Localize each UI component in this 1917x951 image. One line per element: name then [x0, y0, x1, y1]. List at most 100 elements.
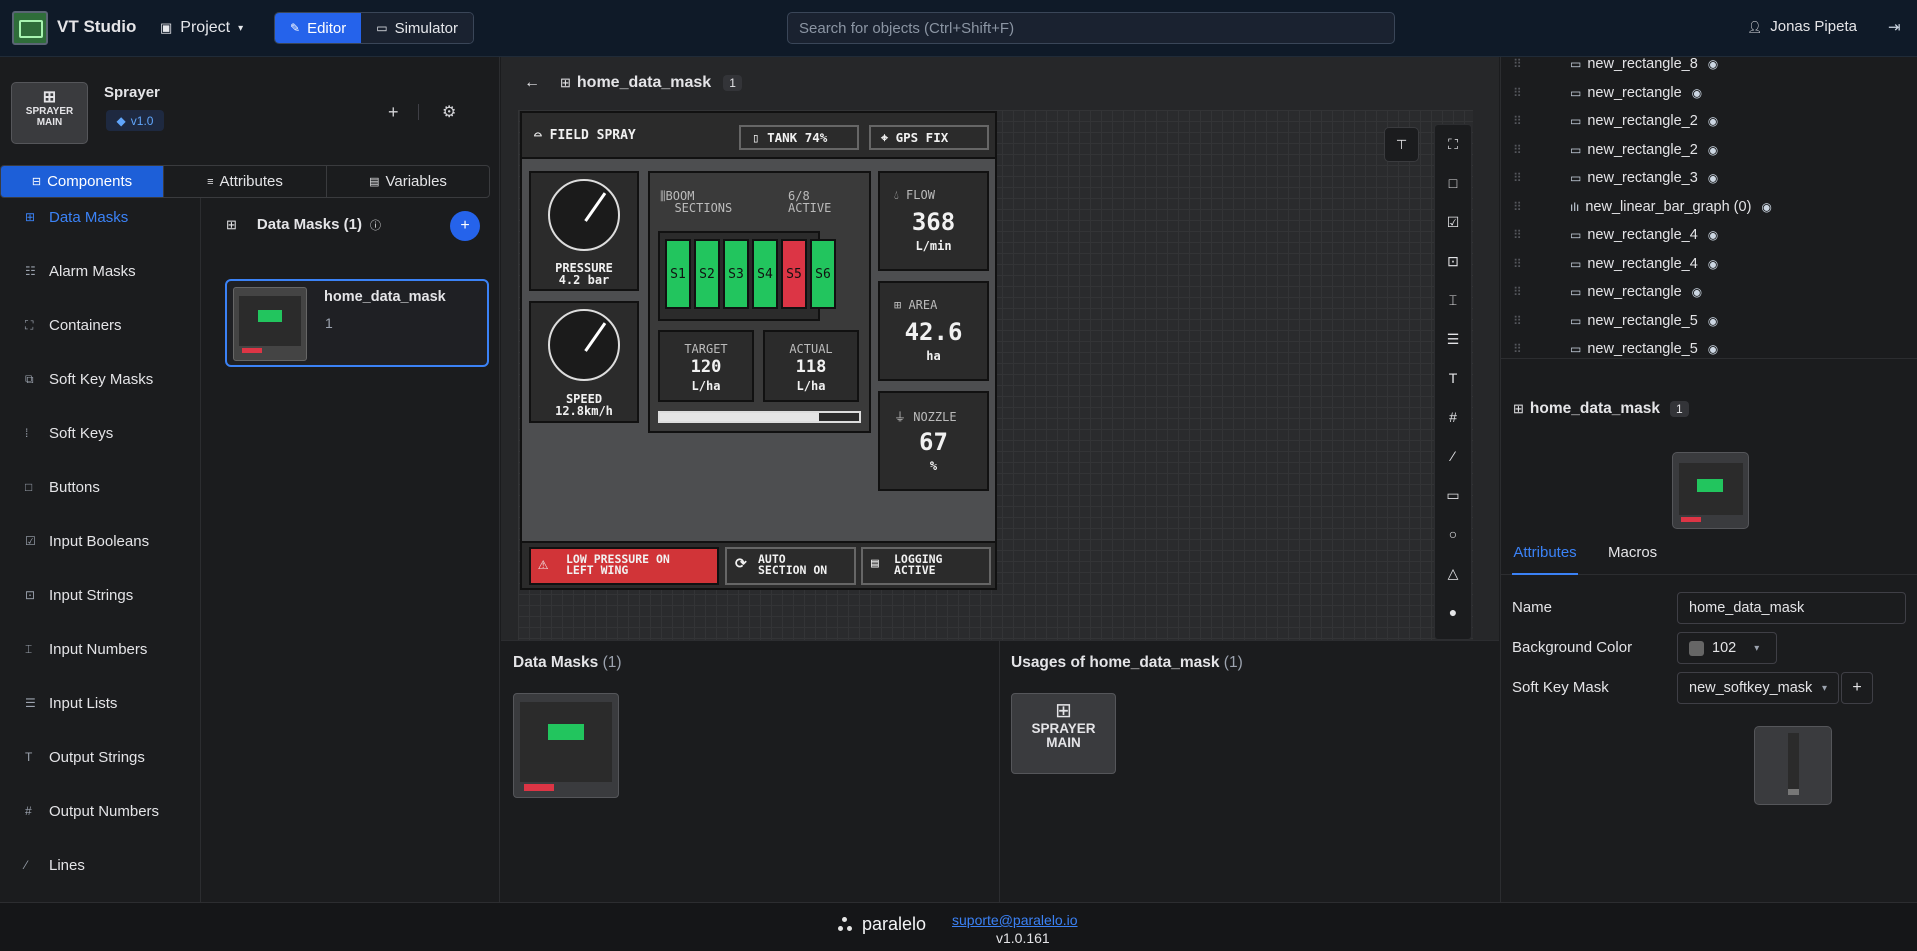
simulator-mode-button[interactable]: ▭ Simulator [361, 13, 473, 43]
sidebar-item-buttons[interactable]: □ Buttons [0, 460, 200, 514]
sidebar-item-input-strings[interactable]: ⊡ Input Strings [0, 568, 200, 622]
gear-icon[interactable]: ⚙ [442, 102, 456, 122]
sidebar-item-output-strings[interactable]: T Output Strings [0, 730, 200, 784]
fullscreen-icon[interactable]: ⛶ [1448, 125, 1458, 164]
properties-badge: 1 [1670, 401, 1689, 417]
soft-key-mask-select[interactable]: new_softkey_mask ▾ [1677, 672, 1839, 704]
name-input[interactable]: home_data_mask [1677, 592, 1906, 624]
project-icon[interactable]: ⊞ SPRAYER MAIN [11, 82, 88, 144]
drag-handle-icon[interactable]: ⠿ [1513, 228, 1522, 242]
align-icon[interactable]: ⊤ [1384, 127, 1419, 162]
sidebar-item-data-masks[interactable]: ⊞ Data Masks [0, 190, 200, 244]
add-soft-key-mask-button[interactable]: + [1841, 672, 1873, 704]
sidebar-item-containers[interactable]: ⛶ Containers [0, 298, 200, 352]
soft-key-mask-value: new_softkey_mask [1689, 680, 1813, 696]
eye-icon[interactable]: ◉ [1708, 143, 1718, 157]
sidebar-item-input-numbers[interactable]: ⌶ Input Numbers [0, 622, 200, 676]
tree-item[interactable]: ⠿ ▭ new_rectangle_4 ◉ [1501, 221, 1917, 250]
rectangle-icon: ▭ [1570, 285, 1582, 300]
sidebar-item-soft-key-masks[interactable]: ⧉ Soft Key Masks [0, 352, 200, 406]
sidebar-item-alarm-masks[interactable]: ☷ Alarm Masks [0, 244, 200, 298]
support-email-link[interactable]: suporte@paralelo.io [952, 912, 1078, 928]
add-icon[interactable]: + [388, 102, 399, 123]
data-mask-preview[interactable]: ⌓ FIELD SPRAY ▯ TANK 74% ⌖ GPS FIX PRESS… [520, 111, 997, 590]
eye-icon[interactable]: ◉ [1708, 257, 1718, 271]
add-data-mask-button[interactable]: + [450, 211, 480, 241]
tab-attributes-props[interactable]: Attributes [1512, 544, 1578, 575]
meter-tool-icon[interactable]: ● [1449, 593, 1457, 632]
drag-handle-icon[interactable]: ⠿ [1513, 114, 1522, 128]
drag-handle-icon[interactable]: ⠿ [1513, 342, 1522, 356]
tree-item[interactable]: ⠿ ılı new_linear_bar_graph (0) ◉ [1501, 193, 1917, 222]
eye-icon[interactable]: ◉ [1692, 285, 1702, 299]
ellipse-tool-icon[interactable]: ○ [1449, 515, 1457, 554]
eye-icon[interactable]: ◉ [1692, 86, 1702, 100]
data-mask-card[interactable]: home_data_mask 1 [225, 279, 489, 367]
flow-label-text: FLOW [906, 188, 935, 202]
line-tool-icon[interactable]: ⁄ [1452, 437, 1454, 476]
tree-item[interactable]: ⠿ ▭ new_rectangle_5 ◉ [1501, 335, 1917, 358]
rectangle-tool-icon[interactable]: ▭ [1446, 476, 1459, 515]
mask-thumbnail [233, 287, 307, 361]
drag-handle-icon[interactable]: ⠿ [1513, 86, 1522, 100]
back-arrow-icon[interactable]: ← [524, 74, 540, 92]
nozzle-value: 67 [919, 428, 948, 456]
mask-thumbnail[interactable] [513, 693, 619, 798]
search-input[interactable]: Search for objects (Ctrl+Shift+F) [787, 12, 1395, 44]
drag-handle-icon[interactable]: ⠿ [1513, 57, 1522, 71]
tree-item[interactable]: ⠿ ▭ new_rectangle_2 ◉ [1501, 136, 1917, 165]
hash-tool-icon[interactable]: # [1449, 398, 1457, 437]
sidebar-item-input-lists[interactable]: ☰ Input Lists [0, 676, 200, 730]
tab-macros[interactable]: Macros [1608, 544, 1657, 561]
text-box-tool-icon[interactable]: ⊡ [1447, 242, 1459, 281]
sidebar-item-lines[interactable]: ⁄ Lines [0, 838, 200, 892]
tree-item[interactable]: ⠿ ▭ new_rectangle_4 ◉ [1501, 250, 1917, 279]
input-icon: ⌶ [25, 641, 33, 656]
usage-card[interactable]: ⊞ SPRAYER MAIN [1011, 693, 1116, 774]
sidebar-item-soft-keys[interactable]: ⁞ Soft Keys [0, 406, 200, 460]
eye-icon[interactable]: ◉ [1708, 342, 1718, 356]
tree-item[interactable]: ⠿ ▭ new_rectangle_5 ◉ [1501, 307, 1917, 336]
editor-title-label: home_data_mask [576, 74, 712, 91]
sidebar-item-output-numbers[interactable]: # Output Numbers [0, 784, 200, 838]
tab-variables[interactable]: ▤ Variables [327, 166, 489, 197]
checkbox-tool-icon[interactable]: ☑ [1447, 203, 1460, 242]
eye-icon[interactable]: ◉ [1708, 114, 1718, 128]
drag-handle-icon[interactable]: ⠿ [1513, 314, 1522, 328]
tree-item-label: new_rectangle [1587, 84, 1682, 101]
list-tool-icon[interactable]: ☰ [1447, 320, 1460, 359]
input-number-tool-icon[interactable]: ⌶ [1449, 281, 1457, 320]
sidebar-item-input-booleans[interactable]: ☑ Input Booleans [0, 514, 200, 568]
drag-handle-icon[interactable]: ⠿ [1513, 285, 1522, 299]
background-color-select[interactable]: 102 ▾ [1677, 632, 1777, 664]
drag-handle-icon[interactable]: ⠿ [1513, 143, 1522, 157]
tree-item[interactable]: ⠿ ▭ new_rectangle_2 ◉ [1501, 107, 1917, 136]
editor-mode-button[interactable]: ✎ Editor [275, 13, 362, 43]
eye-icon[interactable]: ◉ [1708, 57, 1718, 71]
component-list: ⊞ Data Masks ☷ Alarm Masks ⛶ Containers ⧉ So… [0, 190, 200, 892]
button-tool-icon[interactable]: □ [1449, 164, 1457, 203]
logout-icon[interactable]: ⇥ [1888, 18, 1901, 36]
rectangle-icon: ▭ [1570, 171, 1582, 186]
area-label-text: AREA [908, 298, 938, 312]
tree-item[interactable]: ⠿ ▭ new_rectangle ◉ [1501, 79, 1917, 108]
eye-icon[interactable]: ◉ [1761, 200, 1771, 214]
user-menu[interactable]: 👤︎ Jonas Pipeta [1747, 18, 1857, 35]
tree-item[interactable]: ⠿ ▭ new_rectangle ◉ [1501, 278, 1917, 307]
eye-icon[interactable]: ◉ [1708, 171, 1718, 185]
drag-handle-icon[interactable]: ⠿ [1513, 257, 1522, 271]
polygon-tool-icon[interactable]: △ [1448, 554, 1459, 593]
text-tool-icon[interactable]: T [1449, 359, 1458, 398]
project-menu-button[interactable]: ▣ Project ▾ [160, 14, 243, 42]
tank-text: TANK 74% [767, 130, 828, 145]
drag-handle-icon[interactable]: ⠿ [1513, 200, 1522, 214]
header-title-label: FIELD SPRAY [549, 128, 636, 143]
eye-icon[interactable]: ◉ [1708, 228, 1718, 242]
project-icon-line2: MAIN [36, 117, 63, 128]
sidebar-item-label: Alarm Masks [49, 262, 136, 280]
drag-handle-icon[interactable]: ⠿ [1513, 171, 1522, 185]
tree-item[interactable]: ⠿ ▭ new_rectangle_8 ◉ [1501, 57, 1917, 79]
eye-icon[interactable]: ◉ [1708, 314, 1718, 328]
tree-item[interactable]: ⠿ ▭ new_rectangle_3 ◉ [1501, 164, 1917, 193]
chevron-down-icon: ▾ [238, 22, 244, 34]
